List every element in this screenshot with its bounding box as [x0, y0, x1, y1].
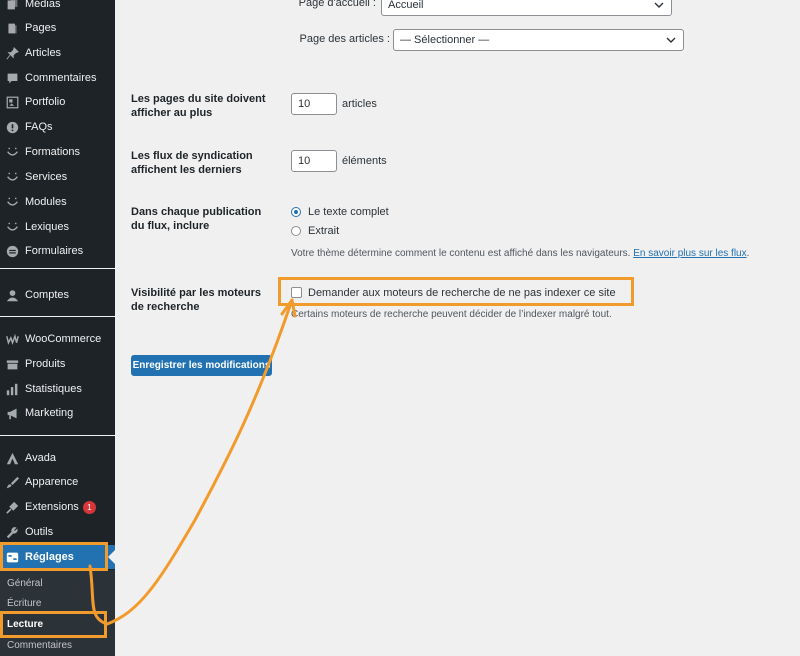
- theme-description-text: Votre thème détermine comment le contenu…: [291, 248, 631, 259]
- feeds-learn-more-link[interactable]: En savoir plus sur les flux: [633, 248, 746, 259]
- sidebar-item-extensions[interactable]: Extensions 1: [0, 495, 115, 519]
- sidebar-separator: [0, 316, 115, 317]
- update-count-badge: 1: [82, 500, 96, 514]
- feed-items-unit: éléments: [342, 155, 387, 167]
- homepage-label: Page d'accueil :: [298, 0, 376, 9]
- media-icon: [6, 0, 19, 11]
- sidebar-item-services[interactable]: Services: [0, 165, 115, 189]
- checkbox-highlight-box: [278, 277, 634, 306]
- comment-icon: [6, 72, 19, 85]
- sidebar-item-portfolio[interactable]: Portfolio: [0, 90, 115, 114]
- brush-icon: [6, 476, 19, 489]
- posts-per-page-label: Les pages du site doivent afficher au pl…: [131, 93, 266, 119]
- radio-excerpt[interactable]: [291, 226, 301, 236]
- smile-icon: [6, 221, 19, 234]
- save-changes-button[interactable]: Enregistrer les modifications: [131, 355, 272, 376]
- homepage-select[interactable]: Accueil: [381, 0, 672, 16]
- sidebar-item-label: Comptes: [25, 289, 70, 301]
- noindex-description: Certains moteurs de recherche peuvent dé…: [291, 309, 612, 320]
- plugin-icon: [6, 501, 19, 514]
- sidebar-item-modules[interactable]: Modules: [0, 190, 115, 214]
- avada-icon: [6, 452, 19, 465]
- sidebar-separator: [0, 268, 115, 269]
- feed-items-label: Les flux de syndication affichent les de…: [131, 150, 253, 176]
- sidebar-item-label: FAQs: [25, 121, 53, 133]
- radio-excerpt-label: Extrait: [308, 225, 340, 237]
- lecture-highlight-box: [0, 611, 107, 638]
- feed-content-label: Dans chaque publication du flux, inclure: [131, 206, 262, 232]
- homepage-select-value: Accueil: [388, 0, 424, 11]
- sidebar-separator: [0, 435, 115, 436]
- sidebar-item-commentaires[interactable]: Commentaires: [0, 66, 115, 90]
- sidebar-item-label: Portfolio: [25, 96, 66, 108]
- sidebar-item-label: Pages: [25, 22, 57, 34]
- submenu-item-general[interactable]: Général: [7, 578, 43, 589]
- sidebar-item-label: Extensions: [25, 501, 79, 513]
- posts-per-page-unit: articles: [342, 98, 377, 110]
- user-icon: [6, 289, 19, 302]
- sidebar-item-label: Articles: [25, 47, 62, 59]
- chevron-down-icon: [666, 37, 676, 43]
- sidebar-item-comptes[interactable]: Comptes: [0, 283, 115, 307]
- theme-description: Votre thème détermine comment le contenu…: [291, 248, 749, 259]
- period-text: .: [746, 248, 750, 259]
- sidebar-item-label: Médias: [25, 0, 61, 10]
- products-icon: [6, 358, 19, 371]
- chevron-down-icon: [654, 2, 664, 8]
- search-visibility-label: Visibilité par les moteurs de recherche: [131, 287, 262, 313]
- sidebar-item-statistiques[interactable]: Statistiques: [0, 377, 115, 401]
- sidebar-item-label: Modules: [25, 196, 67, 208]
- sidebar-item-lexiques[interactable]: Lexiques: [0, 215, 115, 239]
- posts-per-page-input[interactable]: [291, 93, 337, 115]
- sidebar-item-medias[interactable]: Médias: [0, 0, 115, 16]
- sidebar-item-label: Services: [25, 171, 68, 183]
- annotation-arrows: [88, 298, 297, 626]
- sidebar-item-label: Formations: [25, 146, 81, 158]
- forms-icon: [6, 245, 19, 258]
- smile-icon: [6, 196, 19, 209]
- sidebar-item-articles[interactable]: Articles: [0, 41, 115, 65]
- smile-icon: [6, 146, 19, 159]
- stats-icon: [6, 383, 19, 396]
- radio-full-text[interactable]: [291, 207, 301, 217]
- portfolio-icon: [6, 96, 19, 109]
- pages-icon: [6, 22, 19, 35]
- submenu-item-ecriture[interactable]: Écriture: [7, 598, 41, 609]
- info-icon: [6, 121, 19, 134]
- radio-full-text-label: Le texte complet: [308, 206, 389, 218]
- sidebar-item-woocommerce[interactable]: WooCommerce: [0, 327, 115, 351]
- sidebar-item-label: Produits: [25, 358, 66, 370]
- sidebar-item-produits[interactable]: Produits: [0, 352, 115, 376]
- sidebar-item-label: Statistiques: [25, 383, 82, 395]
- wrench-icon: [6, 526, 19, 539]
- posts-page-select[interactable]: — Sélectionner —: [393, 29, 684, 51]
- sidebar-item-avada[interactable]: Avada: [0, 446, 115, 470]
- active-menu-pointer: [108, 549, 116, 565]
- megaphone-icon: [6, 407, 19, 420]
- sidebar-item-faqs[interactable]: FAQs: [0, 115, 115, 139]
- sidebar-item-label: Marketing: [25, 407, 74, 419]
- sidebar-item-pages[interactable]: Pages: [0, 16, 115, 40]
- sidebar-item-formations[interactable]: Formations: [0, 140, 115, 164]
- woocommerce-icon: [6, 333, 19, 346]
- sidebar-item-label: Formulaires: [25, 245, 84, 257]
- sidebar-item-label: Outils: [25, 526, 54, 538]
- smile-icon: [6, 171, 19, 184]
- settings-highlight-box: [0, 542, 108, 571]
- sidebar-item-label: Avada: [25, 452, 56, 464]
- sidebar-item-outils[interactable]: Outils: [0, 520, 115, 544]
- sidebar-item-label: WooCommerce: [25, 333, 102, 345]
- feed-items-input[interactable]: [291, 150, 337, 172]
- sidebar-item-formulaires[interactable]: Formulaires: [0, 239, 115, 263]
- posts-page-select-value: — Sélectionner —: [400, 34, 490, 46]
- sidebar-item-apparence[interactable]: Apparence: [0, 470, 115, 494]
- sidebar-item-marketing[interactable]: Marketing: [0, 401, 115, 425]
- sidebar-item-label: Apparence: [25, 476, 79, 488]
- pin-icon: [6, 46, 19, 60]
- sidebar-item-label: Commentaires: [25, 72, 97, 84]
- sidebar-item-label: Lexiques: [25, 221, 70, 233]
- posts-page-label: Page des articles :: [299, 33, 391, 45]
- submenu-item-commentaires[interactable]: Commentaires: [7, 640, 72, 651]
